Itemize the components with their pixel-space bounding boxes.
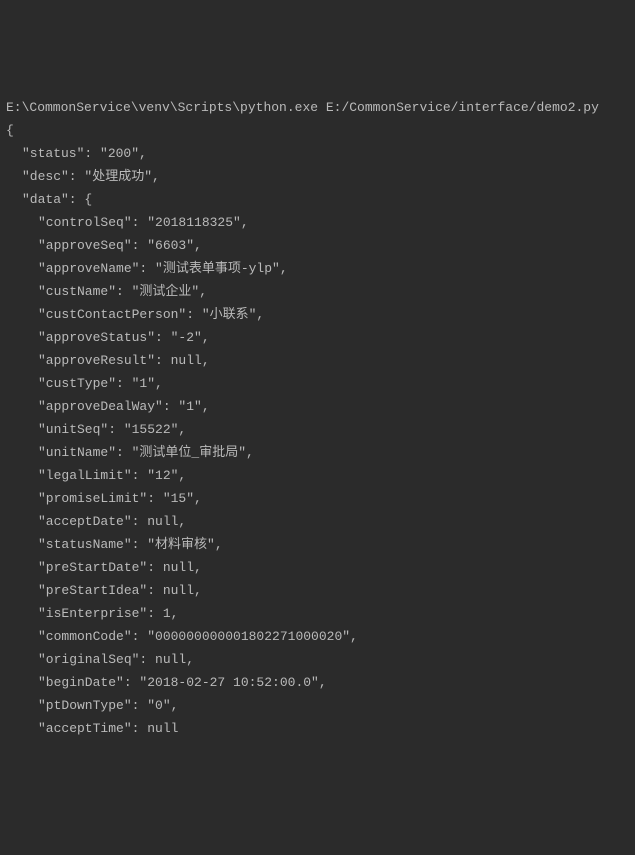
output-line: "controlSeq": "2018118325", <box>6 211 629 234</box>
output-line: "approveName": "测试表单事项-ylp", <box>6 257 629 280</box>
output-line: "originalSeq": null, <box>6 648 629 671</box>
output-line: "preStartDate": null, <box>6 556 629 579</box>
output-line: "statusName": "材料审核", <box>6 533 629 556</box>
output-line: "status": "200", <box>6 142 629 165</box>
output-line: "unitSeq": "15522", <box>6 418 629 441</box>
output-line: "approveResult": null, <box>6 349 629 372</box>
output-line: "beginDate": "2018-02-27 10:52:00.0", <box>6 671 629 694</box>
output-line: "custType": "1", <box>6 372 629 395</box>
output-line: "promiseLimit": "15", <box>6 487 629 510</box>
output-line: "legalLimit": "12", <box>6 464 629 487</box>
output-line: { <box>6 119 629 142</box>
output-line: "approveDealWay": "1", <box>6 395 629 418</box>
output-line: "unitName": "测试单位_审批局", <box>6 441 629 464</box>
output-line: "desc": "处理成功", <box>6 165 629 188</box>
output-line: "data": { <box>6 188 629 211</box>
output-line: "approveSeq": "6603", <box>6 234 629 257</box>
output-line: E:\CommonService\venv\Scripts\python.exe… <box>6 96 629 119</box>
output-line: "custContactPerson": "小联系", <box>6 303 629 326</box>
output-line: "acceptDate": null, <box>6 510 629 533</box>
output-line: "ptDownType": "0", <box>6 694 629 717</box>
output-line: "commonCode": "000000000001802271000020"… <box>6 625 629 648</box>
output-line: "acceptTime": null <box>6 717 629 740</box>
console-output: E:\CommonService\venv\Scripts\python.exe… <box>6 96 629 740</box>
output-line: "isEnterprise": 1, <box>6 602 629 625</box>
output-line: "custName": "测试企业", <box>6 280 629 303</box>
output-line: "approveStatus": "-2", <box>6 326 629 349</box>
output-line: "preStartIdea": null, <box>6 579 629 602</box>
